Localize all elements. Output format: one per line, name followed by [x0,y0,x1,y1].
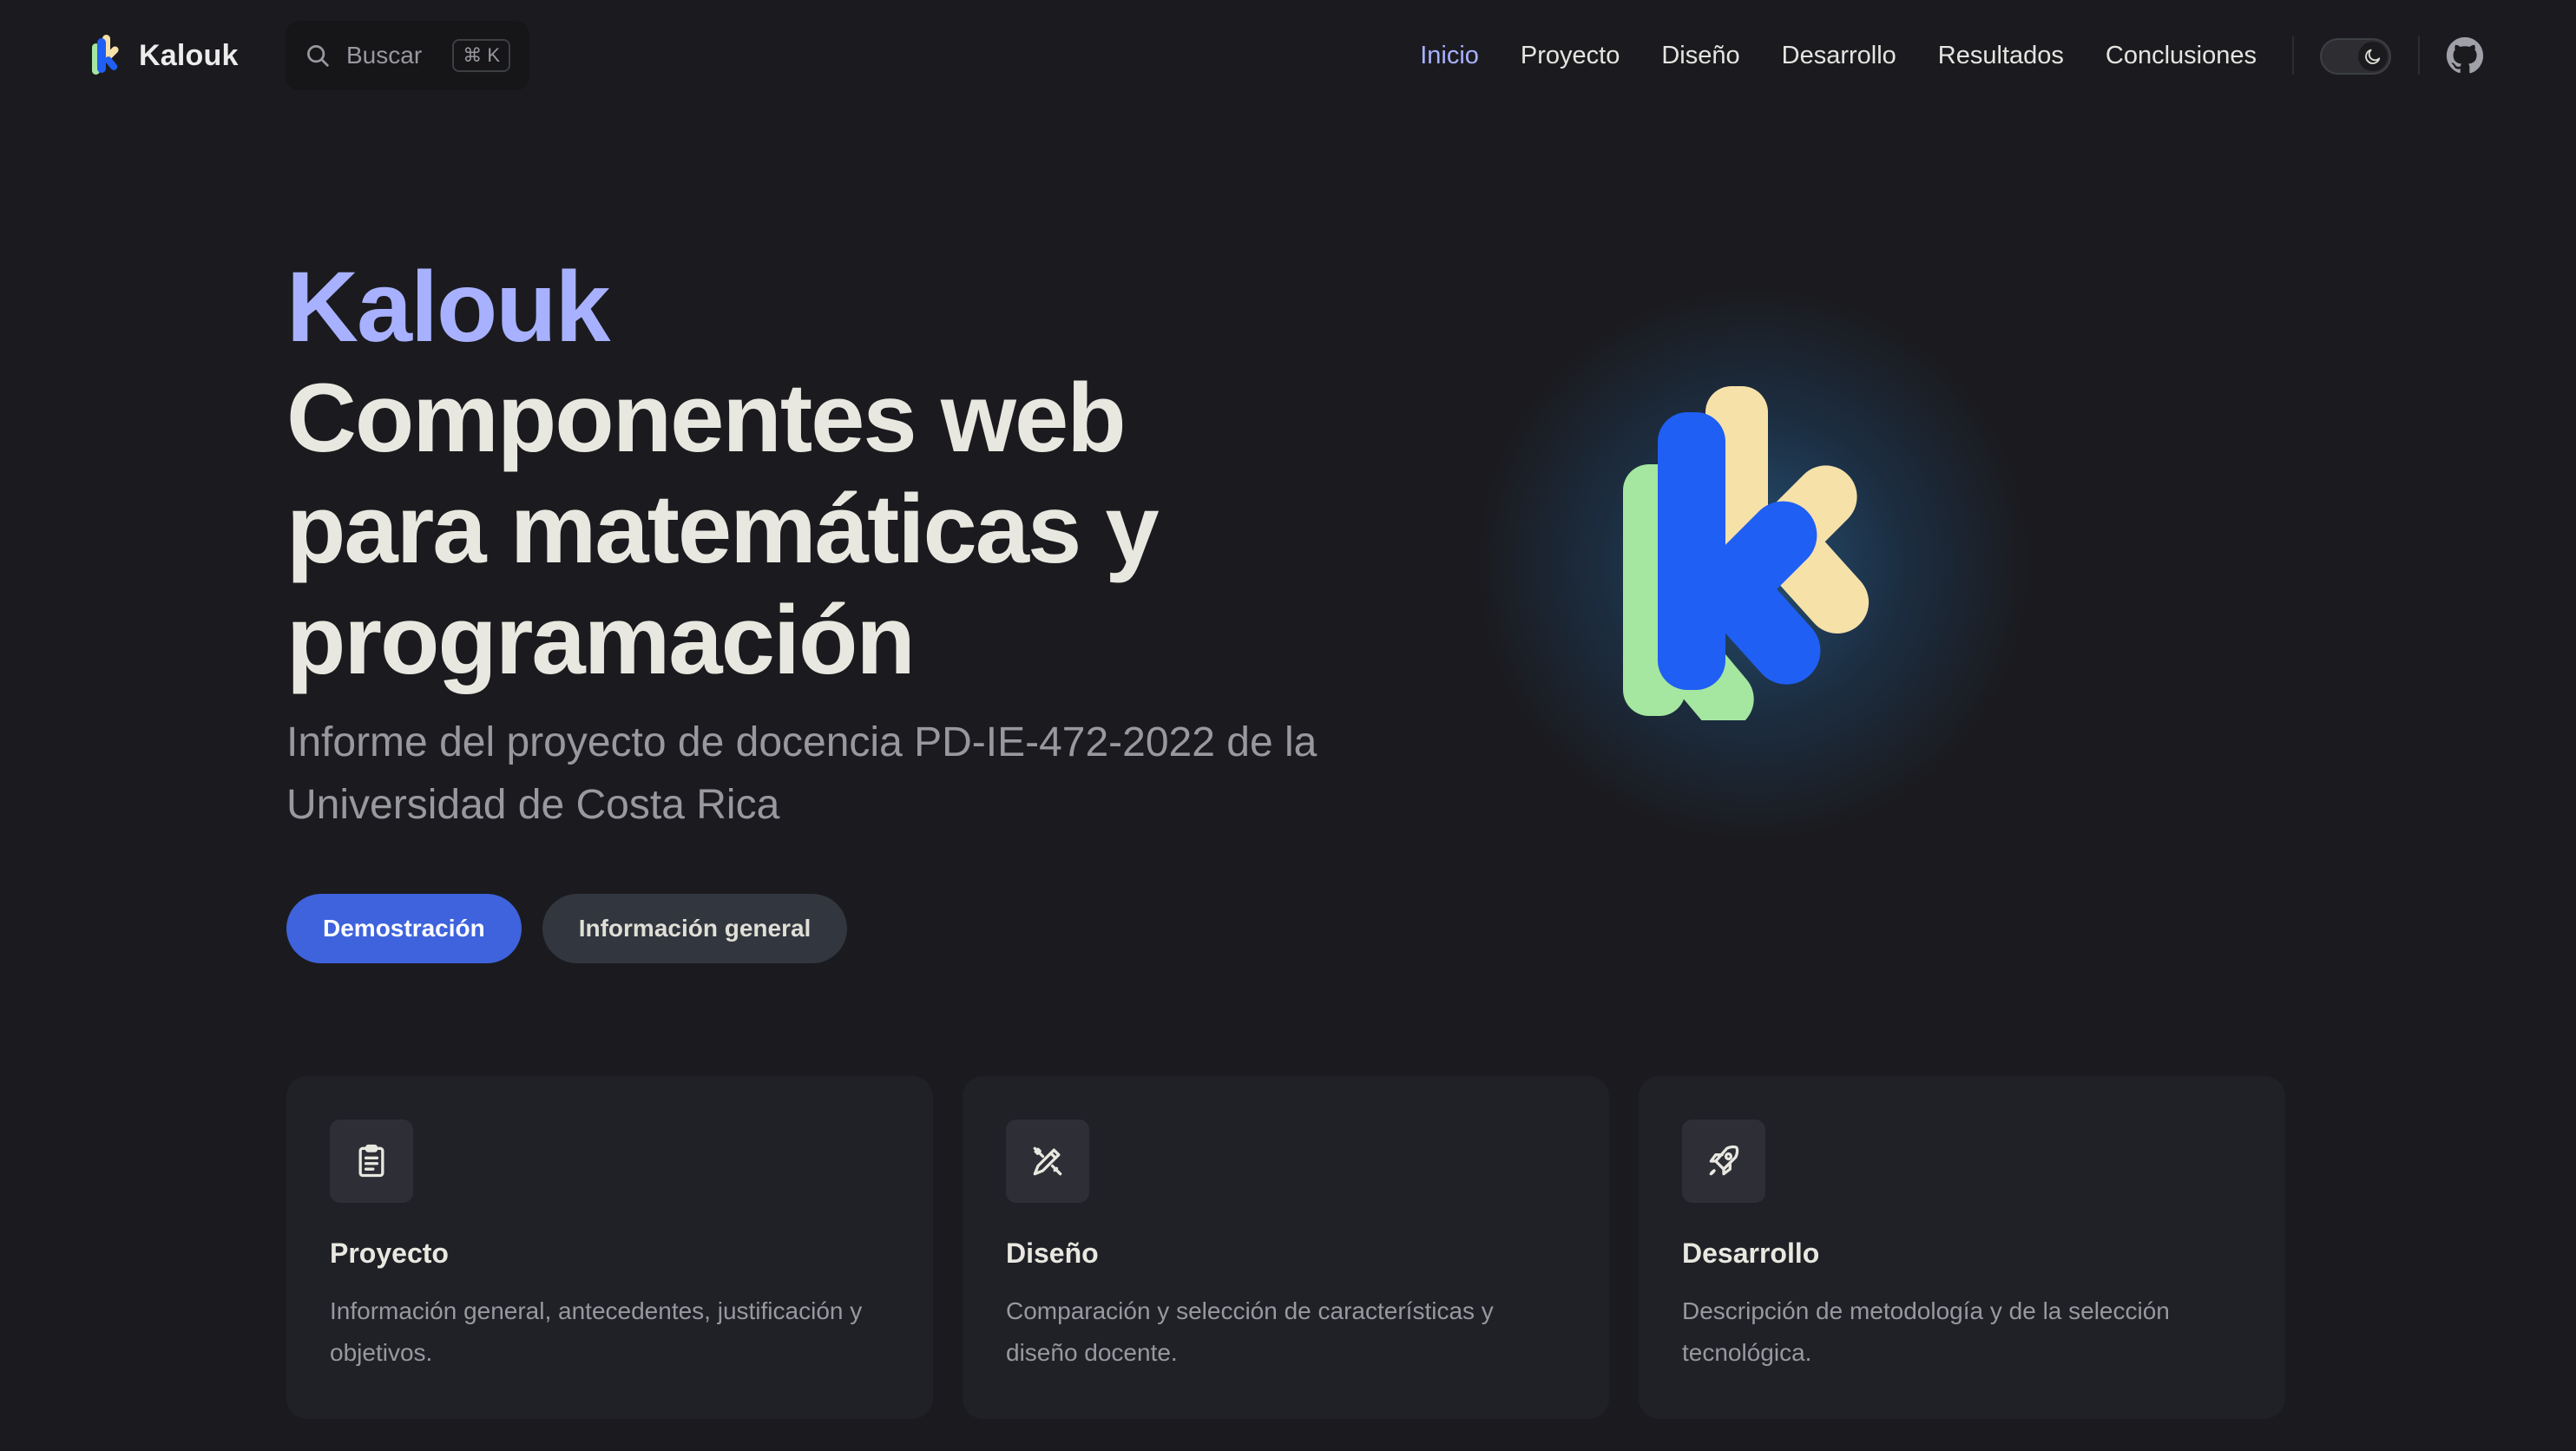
nav-link-proyecto[interactable]: Proyecto [1521,42,1620,70]
nav-link-inicio[interactable]: Inicio [1420,42,1479,70]
kalouk-logo-icon [1623,386,1870,720]
nav-divider [2292,36,2294,75]
theme-toggle[interactable] [2320,38,2391,75]
hero-logo [1623,382,1875,720]
search-button[interactable]: Buscar ⌘ K [286,21,529,90]
nav-link-conclusiones[interactable]: Conclusiones [2106,42,2257,70]
feature-card-proyecto[interactable]: Proyecto Información general, antecedent… [286,1076,933,1419]
feature-description: Comparación y selección de característic… [1006,1297,1494,1366]
nav-link-diseno[interactable]: Diseño [1661,42,1739,70]
feature-icon-box [330,1119,413,1203]
feature-description: Información general, antecedentes, justi… [330,1297,863,1366]
rocket-icon [1709,1145,1739,1176]
github-icon [2446,36,2484,74]
feature-title: Desarrollo [1682,1238,1820,1269]
top-nav: Kalouk Buscar ⌘ K Inicio Proyecto Diseño… [0,0,2576,111]
pen-ruler-icon [1033,1146,1062,1176]
kalouk-logo-icon [92,35,119,75]
hero-heading: Componentes web para matemáticas y progr… [286,364,1160,694]
nav-link-resultados[interactable]: Resultados [1938,42,2064,70]
main-menu: Inicio Proyecto Diseño Desarrollo Result… [1420,30,2257,82]
site-brand[interactable]: Kalouk [90,30,239,82]
feature-card-diseno[interactable]: Diseño Comparación y selección de caract… [963,1076,1609,1419]
clipboard-icon [358,1144,384,1178]
search-icon [307,45,329,67]
feature-title: Proyecto [330,1238,449,1269]
nav-link-desarrollo[interactable]: Desarrollo [1782,42,1896,70]
nav-divider [2418,36,2420,75]
hero-tagline: Informe del proyecto de docencia PD-IE-4… [286,719,1318,828]
feature-description: Descripción de metodología y de la selec… [1682,1297,2170,1366]
toggle-knob [2358,42,2388,71]
moon-icon [2365,49,2381,64]
search-label: Buscar [346,42,423,69]
search-shortcut-badge: ⌘ K [452,39,510,72]
feature-icon-box [1006,1119,1089,1203]
site-title: Kalouk [139,38,239,72]
feature-card-desarrollo[interactable]: Desarrollo Descripción de metodología y … [1639,1076,2285,1419]
hero-name: Kalouk [286,252,610,363]
demo-button[interactable]: Demostración [286,894,522,963]
feature-title: Diseño [1006,1238,1099,1269]
feature-icon-box [1682,1119,1765,1203]
hero-actions: Demostración Información general [286,894,848,963]
general-info-button[interactable]: Información general [542,894,848,963]
github-link[interactable] [2446,36,2484,75]
features-section: Proyecto Información general, antecedent… [286,1076,2285,1419]
